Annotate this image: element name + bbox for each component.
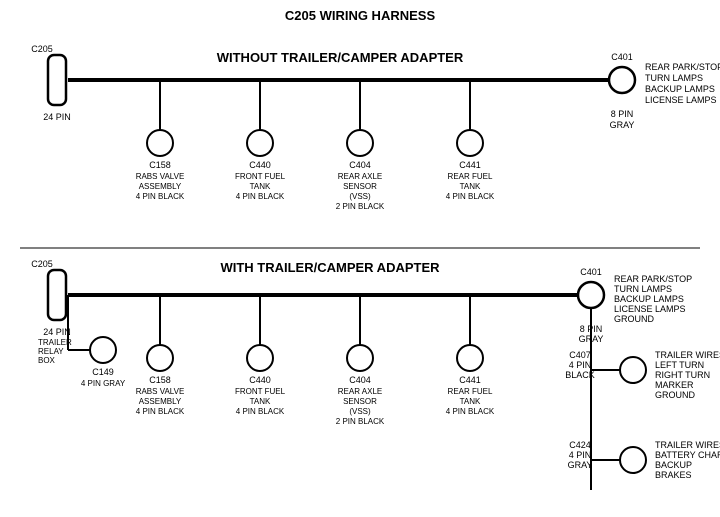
bottom-c424-desc3: BACKUP	[655, 460, 692, 470]
trailer-relay-label2: RELAY	[38, 347, 64, 356]
bottom-c404-line2: SENSOR	[343, 397, 377, 406]
bottom-c440-line2: TANK	[250, 397, 271, 406]
top-left-connector-pins: 24 PIN	[43, 112, 71, 122]
top-c441-id: C441	[459, 160, 481, 170]
bottom-c440-id: C440	[249, 375, 271, 385]
top-c440-id: C440	[249, 160, 271, 170]
bottom-c424-id: C424	[569, 440, 591, 450]
bottom-c407-desc3: RIGHT TURN	[655, 370, 710, 380]
diagram-container: C205 WIRING HARNESS WITHOUT TRAILER/CAMP…	[0, 0, 720, 517]
bottom-c149-id: C149	[92, 367, 114, 377]
bottom-c424-desc1: TRAILER WIRES	[655, 440, 720, 450]
top-c440-line1: FRONT FUEL	[235, 172, 286, 181]
bottom-c407-desc5: GROUND	[655, 390, 695, 400]
bottom-c441-line3: 4 PIN BLACK	[446, 407, 495, 416]
top-right-connector-id: C401	[611, 52, 633, 62]
bottom-c407-desc2: LEFT TURN	[655, 360, 704, 370]
top-c404-line2: SENSOR	[343, 182, 377, 191]
top-right-pins: 8 PIN	[611, 109, 634, 119]
bottom-right-desc-2: TURN LAMPS	[614, 284, 672, 294]
bottom-c407-desc4: MARKER	[655, 380, 694, 390]
bottom-c407-color: BLACK	[565, 370, 595, 380]
bottom-c424-pins: 4 PIN	[569, 450, 592, 460]
top-c441-line3: 4 PIN BLACK	[446, 192, 495, 201]
bottom-c441-line1: REAR FUEL	[448, 387, 493, 396]
bottom-c404-id: C404	[349, 375, 371, 385]
top-c404-id: C404	[349, 160, 371, 170]
bottom-c424-desc2: BATTERY CHARGE	[655, 450, 720, 460]
top-right-desc-3: BACKUP LAMPS	[645, 84, 715, 94]
bottom-c407-id: C407	[569, 350, 591, 360]
bottom-c404-line1: REAR AXLE	[338, 387, 382, 396]
bottom-c424-color: GRAY	[568, 460, 593, 470]
top-right-color: GRAY	[610, 120, 635, 130]
top-c441-line1: REAR FUEL	[448, 172, 493, 181]
bottom-c424-desc4: BRAKES	[655, 470, 692, 480]
top-right-desc-2: TURN LAMPS	[645, 73, 703, 83]
top-c158-id: C158	[149, 160, 171, 170]
bottom-right-desc-4: LICENSE LAMPS	[614, 304, 686, 314]
bottom-c407-desc1: TRAILER WIRES	[655, 350, 720, 360]
bottom-c441-line2: TANK	[460, 397, 481, 406]
bottom-c404-line4: 2 PIN BLACK	[336, 417, 385, 426]
bottom-c441-id: C441	[459, 375, 481, 385]
top-c158-line2: ASSEMBLY	[139, 182, 182, 191]
bottom-c158-line2: ASSEMBLY	[139, 397, 182, 406]
bottom-c158-line3: 4 PIN BLACK	[136, 407, 185, 416]
top-c440-line3: 4 PIN BLACK	[236, 192, 285, 201]
top-c404-line4: 2 PIN BLACK	[336, 202, 385, 211]
top-c158-line3: 4 PIN BLACK	[136, 192, 185, 201]
bottom-section-title: WITH TRAILER/CAMPER ADAPTER	[220, 260, 440, 275]
top-c441-line2: TANK	[460, 182, 481, 191]
bottom-left-connector-pins: 24 PIN	[43, 327, 71, 337]
trailer-relay-label1: TRAILER	[38, 338, 72, 347]
top-c440-line2: TANK	[250, 182, 271, 191]
bottom-c158-line1: RABS VALVE	[136, 387, 185, 396]
bottom-c440-line1: FRONT FUEL	[235, 387, 286, 396]
top-right-desc-4: LICENSE LAMPS	[645, 95, 717, 105]
bottom-right-desc-3: BACKUP LAMPS	[614, 294, 684, 304]
bottom-c404-line3: (VSS)	[349, 407, 371, 416]
top-c404-line1: REAR AXLE	[338, 172, 382, 181]
bottom-c149-pins: 4 PIN GRAY	[81, 379, 126, 388]
bottom-right-connector-id: C401	[580, 267, 602, 277]
bottom-c158-id: C158	[149, 375, 171, 385]
bottom-c407-pins: 4 PIN	[569, 360, 592, 370]
top-section-title: WITHOUT TRAILER/CAMPER ADAPTER	[217, 50, 464, 65]
main-title: C205 WIRING HARNESS	[285, 8, 436, 23]
top-right-desc-1: REAR PARK/STOP	[645, 62, 720, 72]
top-c158-line1: RABS VALVE	[136, 172, 185, 181]
bottom-c440-line3: 4 PIN BLACK	[236, 407, 285, 416]
bottom-right-desc-5: GROUND	[614, 314, 654, 324]
top-left-connector-id: C205	[31, 44, 53, 54]
top-c404-line3: (VSS)	[349, 192, 371, 201]
bottom-left-connector-id: C205	[31, 259, 53, 269]
bottom-right-desc-1: REAR PARK/STOP	[614, 274, 692, 284]
trailer-relay-label3: BOX	[38, 356, 56, 365]
